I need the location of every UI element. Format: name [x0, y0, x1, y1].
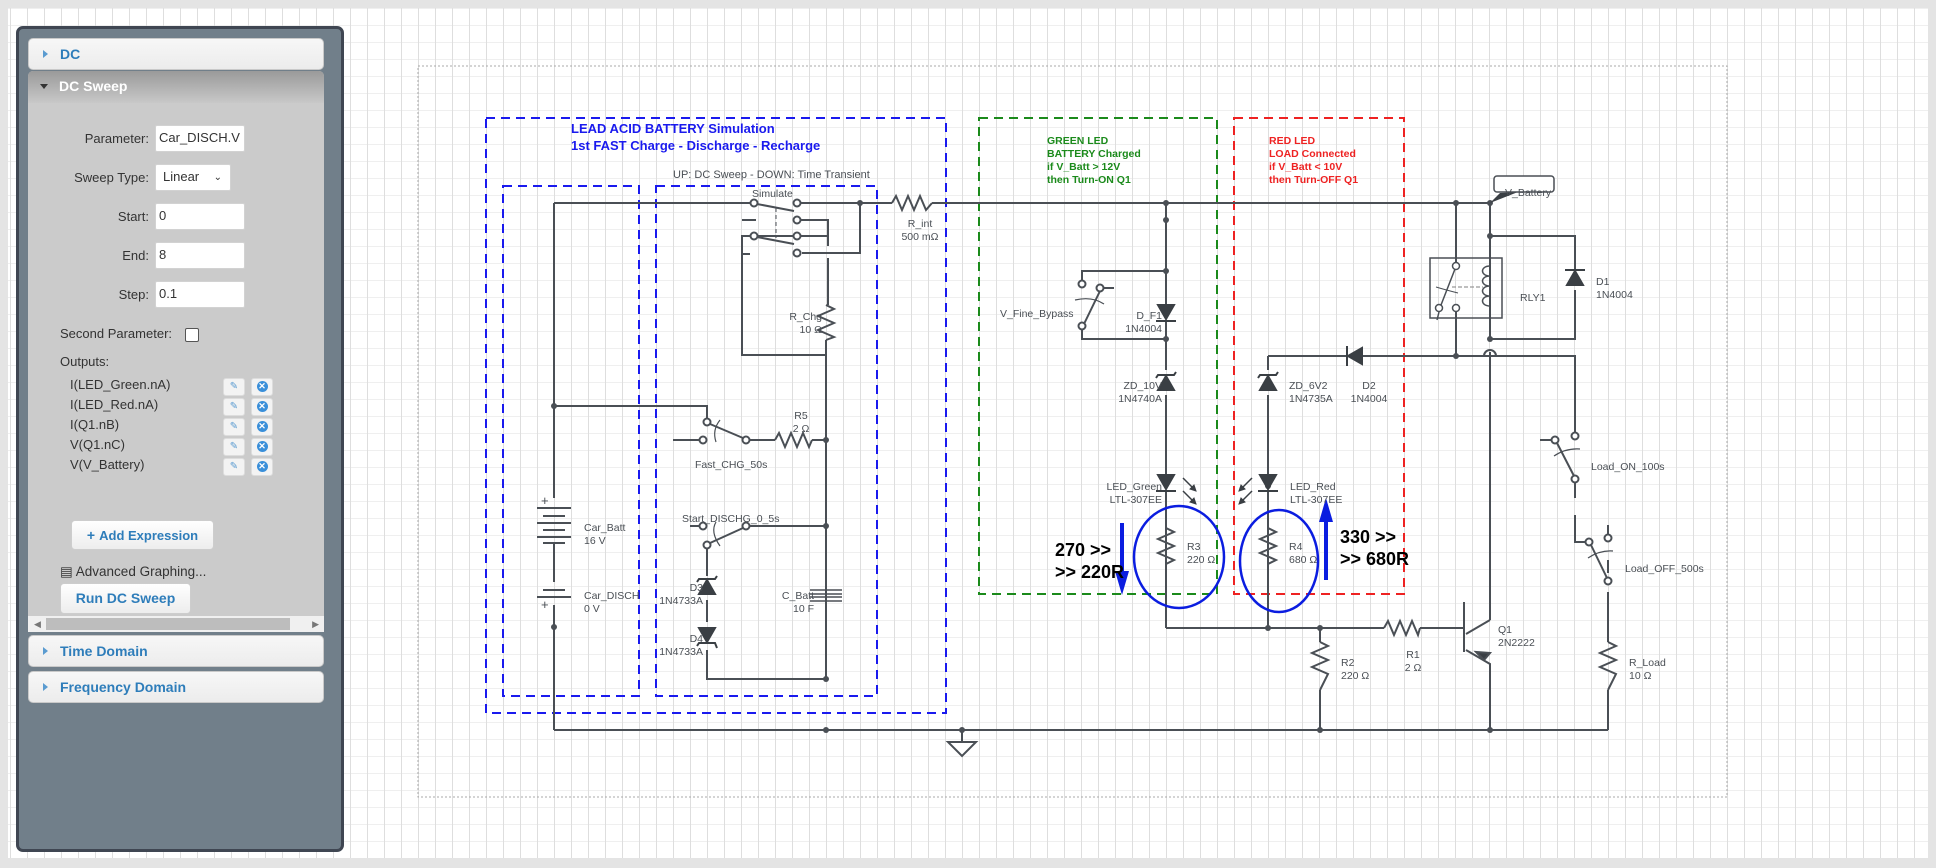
- sweep-type-value: Linear: [163, 169, 200, 184]
- zd-10v-zener[interactable]: [1155, 371, 1177, 391]
- edit-output-button[interactable]: ✎: [223, 438, 245, 456]
- output-expression: I(LED_Red.nA): [70, 397, 159, 412]
- annotations: [1115, 498, 1333, 614]
- section-time-domain-label: Time Domain: [60, 643, 148, 659]
- remove-output-button[interactable]: ✕: [251, 438, 273, 456]
- pencil-icon: ✎: [229, 381, 239, 392]
- battery-source-box: [502, 185, 640, 697]
- plus-icon: +: [86, 527, 96, 543]
- sweep-type-select[interactable]: Linear ⌄: [155, 164, 231, 191]
- scrollbar-thumb[interactable]: [46, 618, 290, 630]
- r5-resistor[interactable]: [774, 430, 813, 450]
- parameter-label: Parameter:: [84, 131, 149, 146]
- d2-diode[interactable]: [1345, 346, 1363, 366]
- pencil-icon: ✎: [229, 401, 239, 412]
- zd-6v2-zener[interactable]: [1257, 371, 1279, 391]
- r2-resistor[interactable]: [1309, 641, 1331, 691]
- edit-output-button[interactable]: ✎: [223, 398, 245, 416]
- second-parameter-label: Second Parameter:: [60, 326, 173, 341]
- car-disch-source[interactable]: [537, 589, 571, 598]
- load-on-switch[interactable]: [1540, 431, 1581, 484]
- scroll-right-icon[interactable]: ▶: [312, 619, 319, 630]
- start-input[interactable]: 0: [155, 203, 245, 230]
- v-battery-netlabel[interactable]: [1490, 175, 1555, 203]
- d3-zener[interactable]: [696, 575, 718, 595]
- rly1-relay[interactable]: [1429, 257, 1503, 321]
- r-chg-resistor[interactable]: [815, 304, 837, 341]
- edit-output-button[interactable]: ✎: [223, 378, 245, 396]
- pencil-icon: ✎: [229, 421, 239, 432]
- outputs-label: Outputs:: [60, 354, 110, 369]
- pencil-icon: ✎: [229, 461, 239, 472]
- remove-output-button[interactable]: ✕: [251, 418, 273, 436]
- section-dc-sweep: DC Sweep Parameter: Car_DISCH.V Sweep Ty…: [28, 71, 324, 616]
- d1-diode[interactable]: [1565, 268, 1585, 286]
- add-expression-button[interactable]: + Add Expression: [71, 520, 214, 550]
- chevron-right-icon: [43, 647, 48, 655]
- section-frequency-domain[interactable]: Frequency Domain: [28, 671, 324, 703]
- output-expression: V(Q1.nC): [70, 437, 125, 452]
- step-label: Step:: [118, 287, 149, 302]
- green-led-box: [978, 117, 1218, 595]
- section-dc-label: DC: [60, 46, 81, 62]
- chevron-right-icon: [43, 50, 48, 58]
- r1-resistor[interactable]: [1383, 618, 1421, 638]
- close-icon: ✕: [256, 401, 268, 412]
- close-icon: ✕: [256, 461, 268, 472]
- junction-dots: [551, 200, 1493, 733]
- section-frequency-domain-label: Frequency Domain: [60, 679, 187, 695]
- add-expression-label: Add Expression: [99, 528, 199, 543]
- load-off-switch[interactable]: [1584, 525, 1614, 586]
- chevron-down-icon: ⌄: [213, 172, 222, 183]
- list-icon: ▤: [60, 564, 73, 579]
- close-icon: ✕: [256, 421, 268, 432]
- parameter-input[interactable]: Car_DISCH.V: [155, 125, 245, 152]
- d4-zener[interactable]: [696, 627, 718, 649]
- simulate-switch[interactable]: [749, 198, 829, 258]
- section-time-domain[interactable]: Time Domain: [28, 635, 324, 667]
- svg-text:+: +: [541, 493, 549, 508]
- pencil-icon: ✎: [229, 441, 239, 452]
- remove-output-button[interactable]: ✕: [251, 378, 273, 396]
- v-fine-bypass-switch[interactable]: [1074, 279, 1114, 331]
- section-dc-sweep-label: DC Sweep: [59, 78, 128, 94]
- scroll-left-icon[interactable]: ◀: [34, 619, 41, 630]
- fast-chg-switch[interactable]: [698, 417, 751, 445]
- sweep-type-label: Sweep Type:: [74, 170, 149, 185]
- advanced-graphing-link[interactable]: ▤ Advanced Graphing...: [60, 564, 206, 580]
- section-dc[interactable]: DC: [28, 38, 324, 70]
- output-expression: I(LED_Green.nA): [70, 377, 171, 392]
- close-icon: ✕: [256, 381, 268, 392]
- r3-highlight-ellipse: [1132, 504, 1226, 610]
- led-green[interactable]: [1156, 474, 1197, 505]
- end-input[interactable]: 8: [155, 242, 245, 269]
- r-int-resistor[interactable]: [891, 193, 933, 213]
- remove-output-button[interactable]: ✕: [251, 398, 273, 416]
- output-expression: I(Q1.nB): [70, 417, 120, 432]
- start-label: Start:: [117, 209, 149, 224]
- ground-symbol: [945, 741, 979, 758]
- r-load-resistor[interactable]: [1597, 641, 1619, 691]
- step-input[interactable]: 0.1: [155, 281, 245, 308]
- r4-highlight-ellipse: [1238, 508, 1320, 614]
- start-dischg-switch[interactable]: [698, 521, 751, 550]
- edit-output-button[interactable]: ✎: [223, 418, 245, 436]
- chevron-down-icon: [40, 84, 48, 89]
- horizontal-scrollbar[interactable]: ◀ ▶: [28, 616, 324, 632]
- car-batt-source[interactable]: [537, 507, 571, 544]
- led-red[interactable]: [1238, 474, 1278, 505]
- output-expression: V(V_Battery): [70, 457, 145, 472]
- chevron-right-icon: [43, 683, 48, 691]
- second-parameter-checkbox[interactable]: [185, 328, 199, 342]
- d-f1-diode[interactable]: [1156, 304, 1176, 322]
- edit-output-button[interactable]: ✎: [223, 458, 245, 476]
- close-icon: ✕: [256, 441, 268, 452]
- advanced-graphing-label: Advanced Graphing...: [75, 564, 207, 579]
- section-dc-sweep-header[interactable]: DC Sweep: [28, 71, 324, 103]
- svg-text:+: +: [541, 597, 549, 612]
- run-dc-sweep-button[interactable]: Run DC Sweep: [60, 583, 191, 614]
- end-label: End:: [122, 248, 149, 263]
- remove-output-button[interactable]: ✕: [251, 458, 273, 476]
- simulation-panel: DC DC Sweep Parameter: Car_DISCH.V Sweep…: [16, 26, 344, 852]
